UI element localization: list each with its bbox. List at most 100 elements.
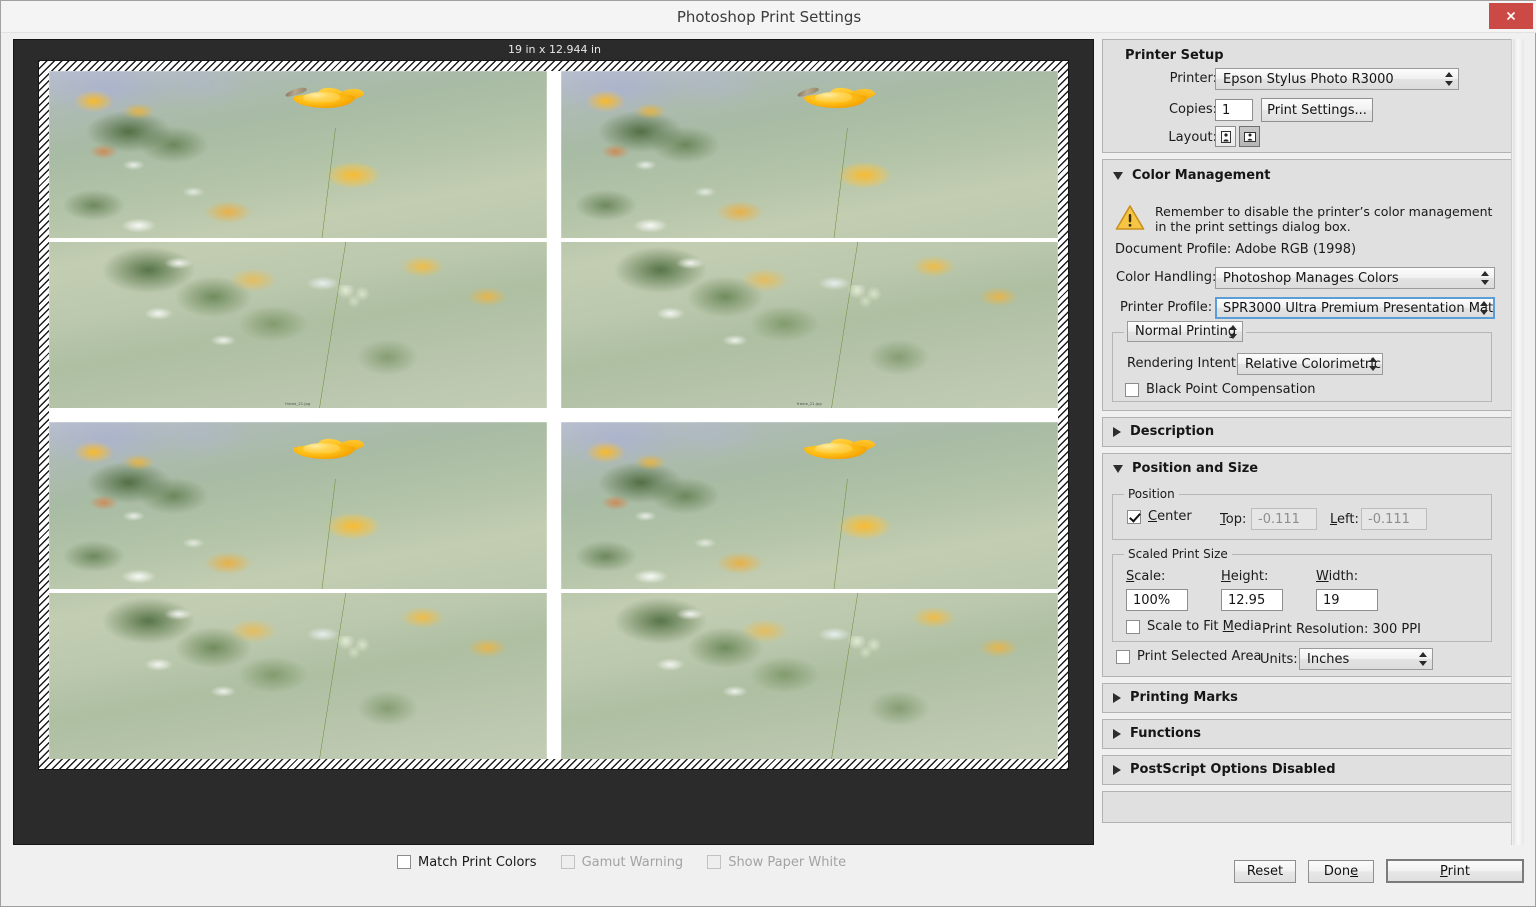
center-label: Center — [1148, 509, 1192, 524]
gamut-warning-checkbox: Gamut Warning — [560, 855, 683, 870]
layout-landscape-icon[interactable] — [1239, 126, 1260, 147]
show-paper-white-checkbox: Show Paper White — [707, 855, 846, 870]
match-print-colors-checkbox[interactable]: Match Print Colors — [397, 855, 537, 870]
warning-triangle-icon — [1115, 204, 1145, 235]
dialog-action-bar: Reset Done Print — [1102, 857, 1524, 885]
proofing-options-bar: Match Print Colors Gamut Warning Show Pa… — [13, 847, 1094, 877]
width-input[interactable]: 19 — [1316, 589, 1378, 611]
color-management-title: Color Management — [1132, 168, 1271, 183]
tile-lower-half: frame_21.jpg — [49, 241, 547, 408]
color-handling-select[interactable]: Photoshop Manages Colors — [1215, 267, 1495, 289]
print-mode-legend: Normal Printing — [1124, 321, 1246, 342]
image-tile[interactable] — [560, 422, 1058, 759]
print-mode-select[interactable]: Normal Printing — [1127, 321, 1243, 342]
black-point-compensation-label: Black Point Compensation — [1146, 382, 1316, 397]
print-selected-area-checkbox[interactable]: Print Selected Area — [1116, 649, 1261, 664]
checkbox-box[interactable] — [1127, 509, 1141, 524]
printer-label: Printer: — [1169, 71, 1217, 86]
image-tile[interactable]: frame_21.jpg — [560, 71, 1058, 408]
functions-header[interactable]: Functions — [1103, 720, 1523, 747]
postscript-options-group[interactable]: PostScript Options Disabled — [1102, 755, 1524, 785]
printing-marks-header[interactable]: Printing Marks — [1103, 684, 1523, 711]
settings-panel: Printer Setup Printer: Epson Stylus Phot… — [1102, 39, 1524, 845]
description-group[interactable]: Description — [1102, 417, 1524, 447]
printer-setup-title: Printer Setup — [1125, 48, 1224, 63]
postscript-options-title: PostScript Options Disabled — [1130, 762, 1336, 777]
center-checkbox[interactable]: Center — [1127, 509, 1192, 524]
printer-setup-group: Printer Setup Printer: Epson Stylus Phot… — [1102, 39, 1524, 153]
print-mode-value: Normal Printing — [1135, 324, 1237, 339]
checkbox-box[interactable] — [1125, 382, 1139, 397]
reset-label: Reset — [1246, 863, 1284, 879]
chevron-down-icon — [1113, 171, 1123, 180]
top-label: Top: — [1220, 512, 1247, 527]
printing-marks-group[interactable]: Printing Marks — [1102, 683, 1524, 713]
width-value: 19 — [1323, 592, 1340, 608]
done-button[interactable]: Done — [1308, 859, 1374, 883]
printer-profile-value: SPR3000 Ultra Premium Presentation Matte — [1223, 300, 1495, 316]
left-input[interactable]: -0.111 — [1361, 508, 1427, 530]
postscript-options-header[interactable]: PostScript Options Disabled — [1103, 756, 1523, 783]
position-legend: Position — [1124, 487, 1179, 501]
color-handling-value: Photoshop Manages Colors — [1223, 270, 1399, 286]
functions-group[interactable]: Functions — [1102, 719, 1524, 749]
checkbox-box[interactable] — [1126, 619, 1140, 634]
height-input[interactable]: 12.95 — [1221, 589, 1283, 611]
print-button[interactable]: Print — [1386, 859, 1524, 883]
print-settings-button[interactable]: Print Settings... — [1261, 98, 1373, 122]
rendering-intent-select[interactable]: Relative Colorimetric — [1237, 353, 1383, 375]
top-input[interactable]: -0.111 — [1251, 508, 1317, 530]
scale-to-fit-media-label: Scale to Fit Media — [1147, 619, 1262, 634]
image-tile[interactable] — [49, 422, 547, 759]
panel-scrollbar[interactable] — [1511, 39, 1524, 845]
chevron-right-icon — [1113, 728, 1121, 739]
scale-to-fit-media-checkbox[interactable]: Scale to Fit Media — [1126, 619, 1262, 634]
position-and-size-group: Position and Size Position Center Top: -… — [1102, 453, 1524, 677]
chevron-updown-icon — [1479, 301, 1488, 315]
units-value: Inches — [1307, 651, 1350, 667]
units-select[interactable]: Inches — [1299, 648, 1433, 670]
print-selected-area-label: Print Selected Area — [1137, 649, 1262, 664]
print-resolution-label: Print Resolution: 300 PPI — [1262, 622, 1421, 637]
width-label: Width: — [1316, 569, 1359, 584]
print-settings-dialog: Photoshop Print Settings 19 in x 12.944 … — [0, 0, 1536, 907]
scale-input[interactable]: 100% — [1126, 589, 1188, 611]
tile-lower-half — [560, 592, 1058, 759]
position-and-size-header[interactable]: Position and Size — [1103, 454, 1523, 478]
position-fieldset: Position Center Top: -0.111 Left: -0.111 — [1112, 487, 1492, 540]
black-point-compensation-checkbox[interactable]: Black Point Compensation — [1125, 382, 1316, 397]
rendering-intent-label: Rendering Intent: — [1127, 356, 1241, 371]
print-mode-fieldset: Normal Printing Rendering Intent: Relati… — [1112, 321, 1492, 402]
rendering-intent-value: Relative Colorimetric — [1245, 356, 1381, 372]
panel-scrollbar-thumb[interactable] — [1513, 39, 1524, 845]
image-tile[interactable]: frame_21.jpg — [49, 71, 547, 408]
scaled-print-size-fieldset: Scaled Print Size Scale: Height: Width: … — [1112, 547, 1492, 642]
print-preview-pane[interactable]: 19 in x 12.944 in frame_21.jpg frame_21.… — [13, 39, 1094, 845]
printer-select[interactable]: Epson Stylus Photo R3000 — [1215, 68, 1459, 90]
reset-button[interactable]: Reset — [1234, 859, 1296, 883]
color-management-group: Color Management Remember to disable the… — [1102, 159, 1524, 411]
chevron-updown-icon — [1418, 652, 1427, 666]
color-management-warning-text: Remember to disable the printer’s color … — [1155, 204, 1493, 234]
copies-input[interactable]: 1 — [1215, 99, 1253, 121]
scale-label: Scale: — [1126, 569, 1166, 584]
checkbox-box[interactable] — [1116, 649, 1130, 664]
done-label: Done — [1323, 863, 1359, 879]
layout-portrait-icon[interactable] — [1215, 126, 1236, 147]
seed-pod — [839, 284, 899, 312]
checkbox-box[interactable] — [397, 855, 411, 869]
tile-filename-caption: frame_21.jpg — [796, 402, 822, 406]
paper-sheet: frame_21.jpg frame_21.jpg — [38, 60, 1069, 770]
printer-profile-label: Printer Profile: — [1120, 300, 1213, 315]
chevron-down-icon — [1113, 464, 1123, 473]
seed-pod — [327, 635, 388, 663]
title-bar: Photoshop Print Settings — [1, 1, 1536, 33]
printer-profile-select[interactable]: SPR3000 Ultra Premium Presentation Matte — [1215, 297, 1495, 319]
left-value: -0.111 — [1368, 511, 1410, 527]
checkbox-box — [707, 855, 722, 869]
color-handling-label: Color Handling: — [1116, 270, 1217, 285]
color-management-header[interactable]: Color Management — [1103, 160, 1523, 189]
description-header[interactable]: Description — [1103, 418, 1523, 445]
close-icon[interactable] — [1489, 3, 1533, 29]
seed-pod — [839, 635, 899, 663]
